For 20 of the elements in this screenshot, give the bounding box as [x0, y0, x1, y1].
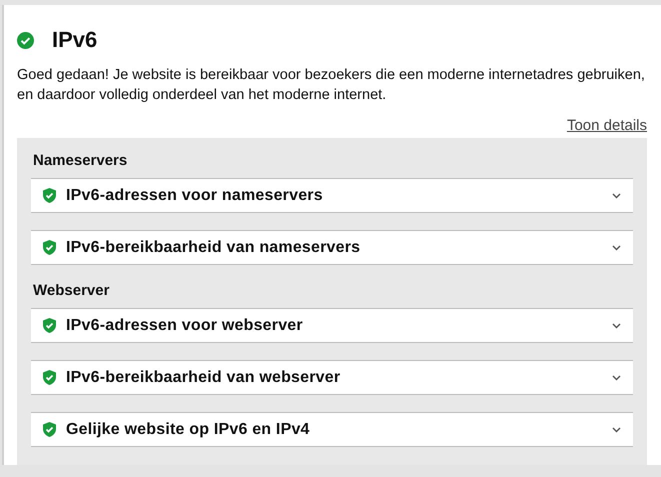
chevron-icon	[612, 192, 621, 198]
chevron-icon	[612, 374, 621, 380]
group-heading: Nameservers	[33, 152, 128, 169]
chevron-icon	[612, 244, 621, 250]
group-heading: Webserver	[33, 282, 110, 299]
test-item[interactable]: IPv6-bereikbaarheid van webserver	[31, 360, 633, 395]
section-title: IPv6	[52, 27, 98, 53]
details-link[interactable]: Toon details	[566, 117, 647, 134]
shield-check-icon	[43, 422, 56, 437]
test-item[interactable]: IPv6-bereikbaarheid van nameservers	[31, 230, 633, 265]
test-item[interactable]: IPv6-adressen voor webserver	[31, 308, 633, 343]
chevron-icon	[612, 322, 621, 328]
chevron-icon	[612, 426, 621, 432]
test-item[interactable]: Gelijke website op IPv6 en IPv4	[31, 412, 633, 447]
shield-check-icon	[43, 370, 56, 385]
shield-check-icon	[43, 188, 56, 203]
shield-check-icon	[43, 318, 56, 333]
shield-check-icon	[43, 240, 56, 255]
summary-text: Goed gedaan! Je website is bereikbaar voor bezoekers die een moderne internetadres gebruiken, en daardoor volledig onderdeel van het moderne internet.	[17, 66, 646, 105]
test-item[interactable]: IPv6-adressen voor nameservers	[31, 178, 633, 213]
